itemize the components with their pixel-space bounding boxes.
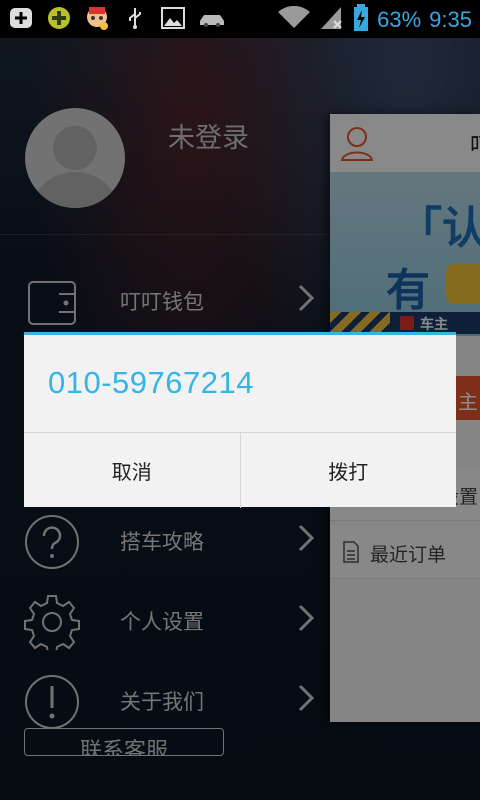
avatar-app-icon (84, 6, 110, 30)
cancel-button[interactable]: 取消 (24, 433, 240, 508)
status-bar: 63% 9:35 (0, 0, 480, 38)
clock: 9:35 (429, 7, 472, 32)
phone-number: 010-59767214 (48, 365, 254, 400)
add-box-icon (8, 6, 34, 30)
game-app-icon (46, 6, 72, 30)
battery-percent: 63% (377, 7, 422, 32)
wifi-icon (277, 5, 311, 34)
dialog-buttons: 取消 拨打 (24, 432, 456, 508)
call-button[interactable]: 拨打 (239, 433, 457, 508)
call-dialog: 010-59767214 取消 拨打 (24, 332, 456, 508)
battery-charging-icon (353, 4, 369, 36)
usb-icon (122, 6, 148, 30)
car-app-icon (198, 6, 224, 30)
image-icon (160, 6, 186, 30)
no-signal-icon (319, 5, 345, 35)
